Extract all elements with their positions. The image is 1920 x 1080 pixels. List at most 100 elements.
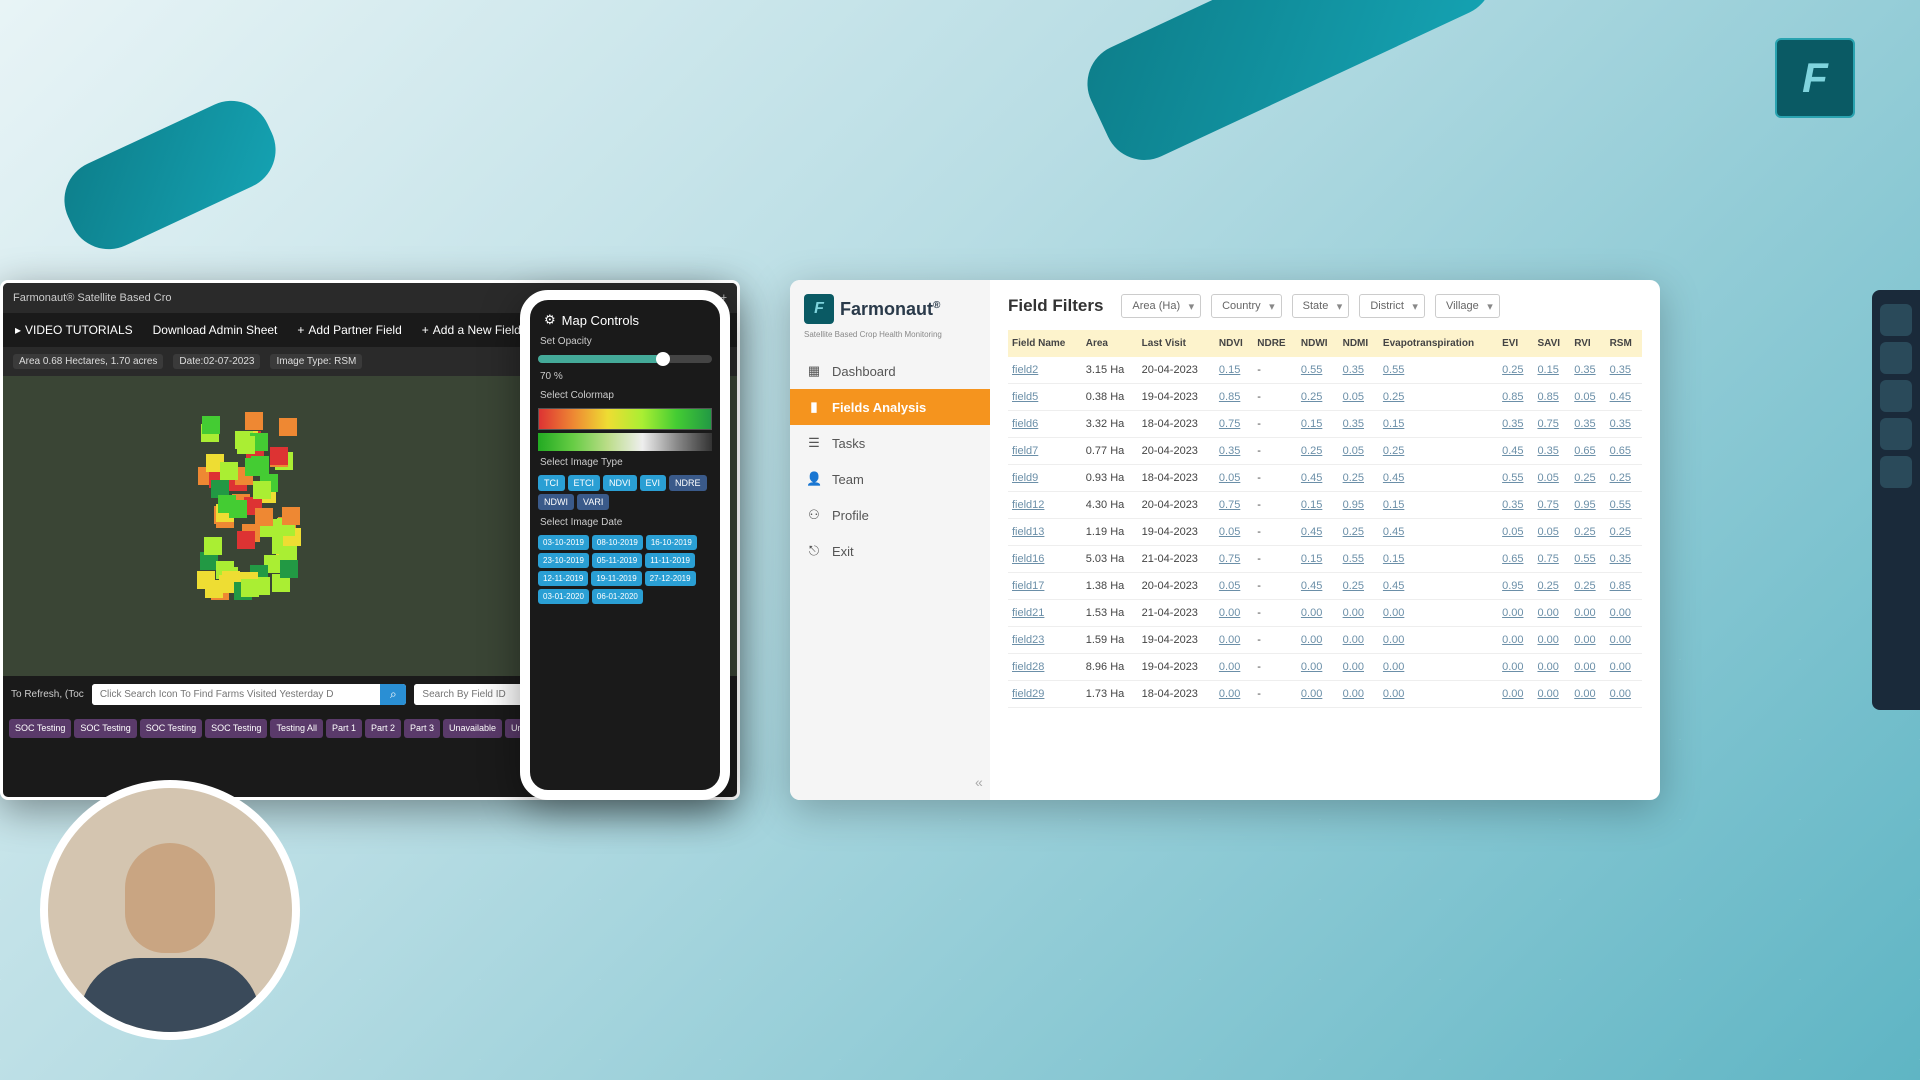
metric-cell[interactable]: 0.45 <box>1606 384 1642 411</box>
metric-cell[interactable]: 0.00 <box>1570 681 1605 708</box>
metric-cell[interactable]: 0.25 <box>1570 519 1605 546</box>
tool-icon[interactable] <box>1880 418 1912 450</box>
metric-cell[interactable]: 0.00 <box>1379 627 1498 654</box>
metric-cell[interactable]: 0.00 <box>1297 627 1339 654</box>
column-header[interactable]: NDRE <box>1253 330 1297 357</box>
metric-cell[interactable]: 0.25 <box>1606 465 1642 492</box>
metric-cell[interactable]: 0.05 <box>1339 438 1379 465</box>
metric-cell[interactable]: 0.45 <box>1379 465 1498 492</box>
testing-chip[interactable]: SOC Testing <box>74 719 136 738</box>
testing-chip[interactable]: SOC Testing <box>205 719 267 738</box>
column-header[interactable]: Evapotranspiration <box>1379 330 1498 357</box>
column-header[interactable]: RSM <box>1606 330 1642 357</box>
filter-dropdown[interactable]: Country <box>1211 294 1282 318</box>
testing-chip[interactable]: SOC Testing <box>9 719 71 738</box>
column-header[interactable]: Area <box>1082 330 1138 357</box>
image-date-chip[interactable]: 23-10-2019 <box>538 553 589 568</box>
metric-cell[interactable]: 0.00 <box>1339 681 1379 708</box>
field-name-link[interactable]: field17 <box>1008 573 1082 600</box>
image-date-chip[interactable]: 19-11-2019 <box>591 571 641 586</box>
metric-cell[interactable]: 0.00 <box>1339 654 1379 681</box>
colormap-gradient-alt[interactable] <box>538 433 712 451</box>
metric-cell[interactable]: 0.25 <box>1379 384 1498 411</box>
image-type-chip[interactable]: NDVI <box>603 475 637 491</box>
metric-cell[interactable]: 0.00 <box>1606 681 1642 708</box>
testing-chip[interactable]: Part 2 <box>365 719 401 738</box>
metric-cell[interactable]: 0.00 <box>1533 600 1570 627</box>
field-name-link[interactable]: field21 <box>1008 600 1082 627</box>
metric-cell[interactable]: 0.55 <box>1379 357 1498 384</box>
column-header[interactable]: NDVI <box>1215 330 1253 357</box>
metric-cell[interactable]: 0.00 <box>1570 654 1605 681</box>
image-type-chip[interactable]: NDWI <box>538 494 574 510</box>
column-header[interactable]: NDMI <box>1339 330 1379 357</box>
metric-cell[interactable]: 0.00 <box>1215 627 1253 654</box>
metric-cell[interactable]: 0.25 <box>1297 384 1339 411</box>
metric-cell[interactable]: 0.05 <box>1533 465 1570 492</box>
metric-cell[interactable]: 0.00 <box>1498 627 1533 654</box>
column-header[interactable]: NDWI <box>1297 330 1339 357</box>
metric-cell[interactable]: 0.00 <box>1215 681 1253 708</box>
field-name-link[interactable]: field23 <box>1008 627 1082 654</box>
metric-cell[interactable]: 0.45 <box>1379 519 1498 546</box>
metric-cell[interactable]: 0.75 <box>1215 411 1253 438</box>
metric-cell[interactable]: 0.25 <box>1379 438 1498 465</box>
metric-cell[interactable]: 0.00 <box>1606 654 1642 681</box>
farms-search-input[interactable] <box>92 684 381 705</box>
metric-cell[interactable]: 0.35 <box>1498 492 1533 519</box>
metric-cell[interactable]: 0.00 <box>1297 654 1339 681</box>
metric-cell[interactable]: 0.35 <box>1570 357 1605 384</box>
metric-cell[interactable]: 0.15 <box>1297 492 1339 519</box>
colormap-gradient[interactable] <box>538 408 712 430</box>
metric-cell[interactable]: 0.55 <box>1498 465 1533 492</box>
image-date-chip[interactable]: 16-10-2019 <box>646 535 697 550</box>
metric-cell[interactable]: 0.65 <box>1606 438 1642 465</box>
metric-cell[interactable]: 0.00 <box>1339 600 1379 627</box>
farms-search[interactable]: ⌕ <box>92 684 407 705</box>
metric-cell[interactable]: 0.25 <box>1533 573 1570 600</box>
testing-chip[interactable]: Part 1 <box>326 719 362 738</box>
collapse-sidebar-icon[interactable]: « <box>975 774 983 790</box>
metric-cell[interactable]: 0.85 <box>1606 573 1642 600</box>
metric-cell[interactable]: 0.00 <box>1339 627 1379 654</box>
metric-cell[interactable]: 0.00 <box>1379 600 1498 627</box>
metric-cell[interactable]: 0.00 <box>1570 600 1605 627</box>
metric-cell[interactable]: 0.00 <box>1606 627 1642 654</box>
metric-cell[interactable]: 0.05 <box>1533 519 1570 546</box>
image-type-chip[interactable]: EVI <box>640 475 667 491</box>
metric-cell[interactable]: 0.00 <box>1215 654 1253 681</box>
metric-cell[interactable]: 0.45 <box>1297 573 1339 600</box>
metric-cell[interactable]: 0.25 <box>1498 357 1533 384</box>
metric-cell[interactable]: 0.05 <box>1339 384 1379 411</box>
add-partner-button[interactable]: +Add Partner Field <box>297 323 401 337</box>
field-name-link[interactable]: field7 <box>1008 438 1082 465</box>
metric-cell[interactable]: 0.35 <box>1606 357 1642 384</box>
filter-dropdown[interactable]: District <box>1359 294 1425 318</box>
metric-cell[interactable]: 0.55 <box>1339 546 1379 573</box>
field-name-link[interactable]: field2 <box>1008 357 1082 384</box>
metric-cell[interactable]: 0.00 <box>1570 627 1605 654</box>
sidebar-item-profile[interactable]: ⚇Profile <box>790 497 990 533</box>
testing-chip[interactable]: Part 3 <box>404 719 440 738</box>
metric-cell[interactable]: 0.15 <box>1533 357 1570 384</box>
metric-cell[interactable]: 0.45 <box>1379 573 1498 600</box>
metric-cell[interactable]: 0.00 <box>1498 681 1533 708</box>
metric-cell[interactable]: 0.25 <box>1606 519 1642 546</box>
image-date-chip[interactable]: 12-11-2019 <box>538 571 588 586</box>
sidebar-item-tasks[interactable]: ☰Tasks <box>790 425 990 461</box>
column-header[interactable]: SAVI <box>1533 330 1570 357</box>
metric-cell[interactable]: 0.00 <box>1379 681 1498 708</box>
metric-cell[interactable]: 0.15 <box>1379 411 1498 438</box>
metric-cell[interactable]: 0.95 <box>1339 492 1379 519</box>
search-icon[interactable]: ⌕ <box>380 684 406 705</box>
metric-cell[interactable]: 0.05 <box>1215 573 1253 600</box>
metric-cell[interactable]: 0.35 <box>1606 411 1642 438</box>
metric-cell[interactable]: 0.75 <box>1533 411 1570 438</box>
video-tutorials-button[interactable]: ▸VIDEO TUTORIALS <box>15 323 133 337</box>
metric-cell[interactable]: 0.00 <box>1297 600 1339 627</box>
field-name-link[interactable]: field13 <box>1008 519 1082 546</box>
tool-icon[interactable] <box>1880 380 1912 412</box>
field-name-link[interactable]: field29 <box>1008 681 1082 708</box>
metric-cell[interactable]: 0.35 <box>1339 411 1379 438</box>
opacity-slider[interactable] <box>538 355 712 363</box>
